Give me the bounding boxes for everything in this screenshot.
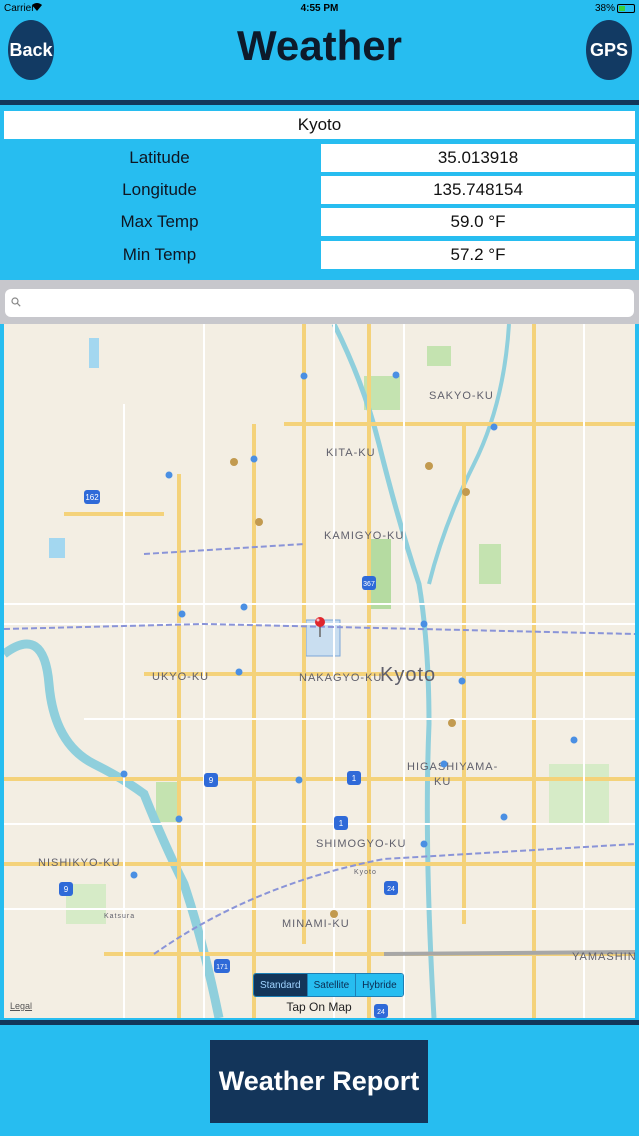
park-area [549,764,609,824]
latitude-value: 35.013918 [321,144,635,172]
route-shield: 24 [384,881,398,895]
route-shield: 9 [204,773,218,787]
route-shield: 9 [59,882,73,896]
max-temp-value: 59.0 °F [321,208,635,236]
svg-text:171: 171 [216,964,228,971]
park-area [479,544,501,584]
status-bar: Carrier 4:55 PM 38% [0,0,639,18]
svg-text:367: 367 [363,581,375,588]
map-graphic: SAKYO-KU KITA-KU KAMIGYO-KU UKYO-KU NAKA… [4,324,635,1018]
station-label: Kyoto [354,869,377,876]
pond [49,538,65,558]
map-view[interactable]: SAKYO-KU KITA-KU KAMIGYO-KU UKYO-KU NAKA… [4,324,635,1018]
svg-text:24: 24 [387,886,395,893]
district-label: SHIMOGYO-KU [316,838,406,850]
svg-text:9: 9 [209,776,214,785]
park-area [369,539,391,609]
svg-text:1: 1 [339,819,344,828]
route-shield: 367 [362,576,376,590]
park-area [156,782,180,822]
longitude-label: Longitude [122,180,197,199]
svg-text:1: 1 [352,774,357,783]
district-label: YAMASHINA [572,951,635,963]
battery-percent: 38% [594,3,615,14]
route-shield: 1 [347,771,361,785]
katsura-river [4,639,224,1018]
route-shield: 162 [84,490,100,504]
longitude-value: 135.748154 [321,176,635,204]
map-type-selector: Standard Satellite Hybride [253,973,404,997]
footer-divider [0,1020,639,1025]
district-label: MINAMI-KU [282,918,350,930]
district-label: NISHIKYO-KU [38,857,121,869]
page-title: Weather [237,22,402,69]
district-label: KITA-KU [326,447,376,459]
svg-text:162: 162 [85,493,99,502]
map-type-hybride[interactable]: Hybride [356,974,403,996]
city-map-label: Kyoto [380,664,436,686]
route-shield: 171 [214,959,230,973]
latitude-label: Latitude [129,148,190,167]
svg-text:9: 9 [64,885,69,894]
district-label: HIGASHIYAMA- [407,761,498,773]
map-type-satellite[interactable]: Satellite [307,974,357,996]
district-label: KU [434,776,451,788]
district-label: KAMIGYO-KU [324,530,404,542]
clock: 4:55 PM [300,3,339,14]
pond [89,338,99,368]
min-temp-value: 57.2 °F [321,241,635,269]
map-hint: Tap On Map [286,1000,352,1014]
place-label: Katsura [104,913,135,920]
district-label: SAKYO-KU [429,390,494,402]
district-label: NAKAGYO-KU [299,672,382,684]
search-icon [11,297,21,307]
min-temp-label: Min Temp [122,245,197,264]
search-input[interactable] [5,289,634,317]
map-type-standard[interactable]: Standard [254,974,308,996]
battery-icon [617,4,635,13]
district-label: UKYO-KU [152,671,209,683]
city-field[interactable]: Kyoto [4,111,635,139]
gps-button[interactable]: GPS [586,20,632,80]
header-divider [0,100,639,105]
max-temp-label: Max Temp [120,212,199,231]
park-area [427,346,451,366]
weather-report-button[interactable]: Weather Report [210,1040,428,1123]
legal-link[interactable]: Legal [10,1001,32,1011]
route-shield: 1 [334,816,348,830]
